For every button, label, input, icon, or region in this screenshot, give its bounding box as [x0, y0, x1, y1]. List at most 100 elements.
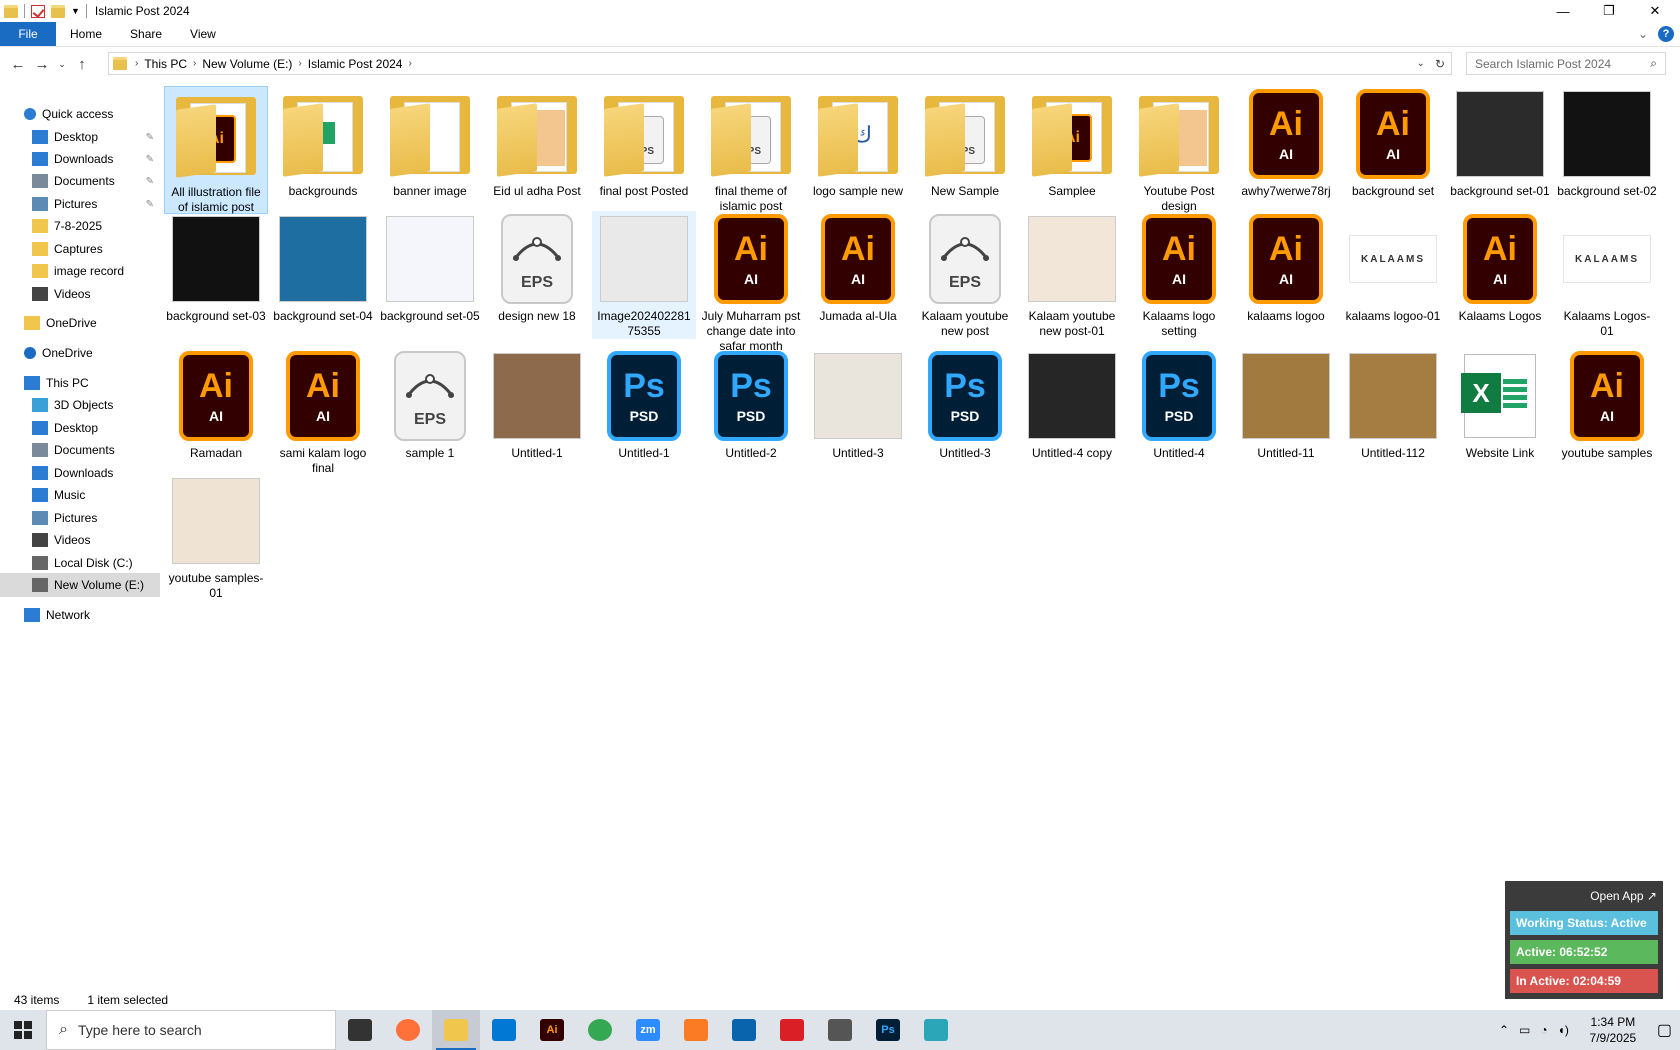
- properties-icon[interactable]: [31, 4, 45, 18]
- sidebar-item-captures[interactable]: Captures: [0, 237, 160, 261]
- taskbar-task-view[interactable]: [336, 1010, 384, 1050]
- expand-ribbon-icon[interactable]: ⌄: [1638, 27, 1648, 41]
- taskbar-app[interactable]: [912, 1010, 960, 1050]
- tab-file[interactable]: File: [0, 22, 56, 46]
- up-button[interactable]: ↑: [70, 52, 94, 76]
- file-item[interactable]: KALAAMS Kalaams Logos-01: [1555, 211, 1659, 339]
- taskbar-chrome[interactable]: [576, 1010, 624, 1050]
- tab-share[interactable]: Share: [116, 22, 176, 46]
- file-item[interactable]: background set-05: [378, 211, 482, 339]
- sidebar-item-onedrive[interactable]: OneDrive: [0, 341, 160, 365]
- file-item[interactable]: Ai AI July Muharram pst change date into s…: [699, 211, 803, 353]
- refresh-icon[interactable]: ↻: [1435, 57, 1445, 71]
- chevron-right-icon[interactable]: ›: [298, 58, 301, 69]
- file-item[interactable]: Ai AI Ramadan: [164, 348, 268, 476]
- file-item[interactable]: Ps PSD Untitled-2: [699, 348, 803, 476]
- file-item[interactable]: KALAAMS kalaams logoo-01: [1341, 211, 1445, 339]
- new-folder-icon[interactable]: [51, 4, 65, 18]
- file-item[interactable]: Untitled-3: [806, 348, 910, 476]
- folder-icon[interactable]: [4, 4, 18, 18]
- taskbar-firefox[interactable]: [384, 1010, 432, 1050]
- taskbar-illustrator[interactable]: Ai: [528, 1010, 576, 1050]
- search-icon[interactable]: ⌕: [1650, 56, 1657, 71]
- sidebar-item-videos[interactable]: Videos: [0, 282, 160, 306]
- file-item[interactable]: Ai Samplee: [1020, 86, 1124, 214]
- file-item[interactable]: Ai AI Jumada al-Ula: [806, 211, 910, 339]
- sidebar-item-7-8-2025[interactable]: 7-8-2025: [0, 214, 160, 238]
- file-item[interactable]: Ai AI Kalaams logo setting: [1127, 211, 1231, 339]
- chevron-right-icon[interactable]: ›: [193, 58, 196, 69]
- file-item[interactable]: EPS Kalaam youtube new post: [913, 211, 1017, 339]
- file-item[interactable]: Untitled-11: [1234, 348, 1338, 476]
- taskbar-file-explorer[interactable]: [432, 1010, 480, 1050]
- file-item[interactable]: Untitled-1: [485, 348, 589, 476]
- sidebar-item-network[interactable]: Network: [0, 603, 160, 627]
- sidebar-item-desktop[interactable]: Desktop: [0, 416, 160, 440]
- taskbar-photoshop[interactable]: Ps: [864, 1010, 912, 1050]
- notifications-icon[interactable]: ▢: [1657, 1020, 1672, 1040]
- file-item[interactable]: background set-02: [1555, 86, 1659, 214]
- taskbar-outlook[interactable]: [720, 1010, 768, 1050]
- taskbar-xampp[interactable]: [672, 1010, 720, 1050]
- file-item[interactable]: Ps PSD Untitled-3: [913, 348, 1017, 476]
- sidebar-item-local-disk-c[interactable]: Local Disk (C:): [0, 551, 160, 575]
- file-item[interactable]: Image20240228175355: [592, 211, 696, 339]
- forward-button[interactable]: →: [30, 52, 54, 76]
- wifi-icon[interactable]: ◔: [1540, 1023, 1547, 1037]
- sidebar-item-3d-objects[interactable]: 3D Objects: [0, 393, 160, 417]
- sidebar-item-pictures[interactable]: Pictures: [0, 506, 160, 530]
- sidebar-item-new-volume-e[interactable]: New Volume (E:): [0, 573, 160, 597]
- file-item[interactable]: banner image: [378, 86, 482, 214]
- address-dropdown-icon[interactable]: ⌄: [1417, 58, 1425, 69]
- file-item[interactable]: Ai All illustration file of islamic post: [164, 86, 268, 214]
- file-item[interactable]: background set-01: [1448, 86, 1552, 214]
- tab-home[interactable]: Home: [56, 22, 116, 46]
- file-item[interactable]: X Website Link: [1448, 348, 1552, 476]
- file-item[interactable]: EPS final post Posted: [592, 86, 696, 214]
- file-item[interactable]: Eid ul adha Post: [485, 86, 589, 214]
- breadcrumb-islamic-post[interactable]: Islamic Post 2024: [308, 57, 403, 71]
- network-icon[interactable]: ▭: [1519, 1023, 1530, 1037]
- file-item[interactable]: Ai AI youtube samples: [1555, 348, 1659, 476]
- sidebar-item-music[interactable]: Music: [0, 483, 160, 507]
- sidebar-item-image-record[interactable]: image record: [0, 259, 160, 283]
- customize-dropdown-icon[interactable]: ▼: [71, 6, 80, 16]
- sidebar-item-desktop[interactable]: Desktop ✎: [0, 125, 160, 149]
- file-item[interactable]: EPS final theme of islamic post: [699, 86, 803, 214]
- file-item[interactable]: ﻙ logo sample new: [806, 86, 910, 214]
- sidebar-item-quick-access[interactable]: Quick access: [0, 102, 160, 126]
- recent-locations-button[interactable]: ⌄: [54, 52, 70, 76]
- sidebar-item-documents[interactable]: Documents: [0, 438, 160, 462]
- tab-view[interactable]: View: [176, 22, 230, 46]
- breadcrumb-this-pc[interactable]: This PC: [144, 57, 187, 71]
- file-item[interactable]: youtube samples-01: [164, 473, 268, 601]
- clock[interactable]: 1:34 PM 7/9/2025: [1579, 1014, 1647, 1046]
- volume-icon[interactable]: ◖): [1558, 1023, 1569, 1037]
- taskbar-zoom[interactable]: zm: [624, 1010, 672, 1050]
- file-item[interactable]: background set-04: [271, 211, 375, 339]
- file-item[interactable]: Kalaam youtube new post-01: [1020, 211, 1124, 339]
- taskbar-pen-tool[interactable]: [816, 1010, 864, 1050]
- breadcrumb-new-volume[interactable]: New Volume (E:): [202, 57, 292, 71]
- file-item[interactable]: EPS design new 18: [485, 211, 589, 339]
- file-item[interactable]: Ps PSD Untitled-1: [592, 348, 696, 476]
- open-app-link[interactable]: Open App ↗: [1590, 889, 1657, 903]
- show-hidden-icons[interactable]: ⌃: [1499, 1023, 1509, 1037]
- sidebar-item-videos[interactable]: Videos: [0, 528, 160, 552]
- close-button[interactable]: ✕: [1632, 0, 1678, 22]
- file-item[interactable]: Ai AI Kalaams Logos: [1448, 211, 1552, 339]
- file-item[interactable]: Ai AI awhy7werwe78rj: [1234, 86, 1338, 214]
- address-bar[interactable]: › This PC › New Volume (E:) › Islamic Po…: [108, 52, 1452, 75]
- file-item[interactable]: Ai AI sami kalam logo final: [271, 348, 375, 476]
- file-item[interactable]: background set-03: [164, 211, 268, 339]
- sidebar-item-downloads[interactable]: Downloads: [0, 461, 160, 485]
- file-item[interactable]: Youtube Post design: [1127, 86, 1231, 214]
- sidebar-item-this-pc[interactable]: This PC: [0, 371, 160, 395]
- file-item[interactable]: backgrounds: [271, 86, 375, 214]
- file-item[interactable]: Ai AI kalaams logoo: [1234, 211, 1338, 339]
- minimize-button[interactable]: —: [1540, 0, 1586, 22]
- taskbar-vscode[interactable]: [480, 1010, 528, 1050]
- search-box[interactable]: Search Islamic Post 2024 ⌕: [1466, 52, 1666, 75]
- file-item[interactable]: EPS sample 1: [378, 348, 482, 476]
- file-item[interactable]: Untitled-4 copy: [1020, 348, 1124, 476]
